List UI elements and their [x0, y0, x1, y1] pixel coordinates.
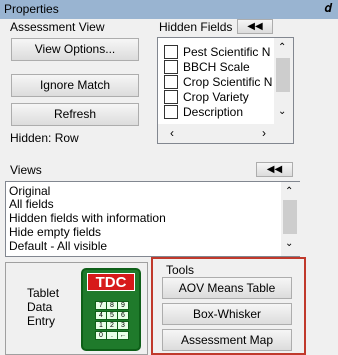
scroll-down-icon[interactable]: ⌄: [278, 106, 286, 117]
assessment-map-button[interactable]: Assessment Map: [162, 329, 292, 351]
tdc-device-icon[interactable]: TDC 7 8 9 4 5 6 1 2 3 0 . ←: [81, 268, 141, 351]
key: 6: [117, 311, 129, 320]
list-item-label: Description: [183, 105, 244, 119]
list-item-label: Crop Variety: [183, 90, 249, 104]
checkbox[interactable]: [164, 105, 178, 119]
list-item-label: BBCH Scale: [183, 60, 250, 74]
list-item[interactable]: Pest Scientific N: [164, 45, 270, 59]
hidden-fields-hscrollbar[interactable]: ‹ ›: [158, 124, 293, 143]
list-item[interactable]: Original: [9, 184, 50, 198]
refresh-button[interactable]: Refresh: [11, 103, 139, 126]
scroll-right-icon[interactable]: ›: [262, 126, 266, 140]
views-header: Views: [10, 163, 42, 177]
checkbox[interactable]: [164, 45, 178, 59]
checkbox[interactable]: [164, 60, 178, 74]
key: 3: [117, 321, 129, 330]
list-item[interactable]: Hidden fields with information: [9, 211, 166, 225]
properties-titlebar: Properties 𝒅: [0, 0, 338, 19]
hidden-fields-list[interactable]: Pest Scientific N BBCH Scale Crop Scient…: [157, 37, 294, 144]
scroll-thumb[interactable]: [283, 200, 297, 234]
views-list[interactable]: Original All fields Hidden fields with i…: [5, 181, 300, 257]
checkbox[interactable]: [164, 75, 178, 89]
list-item-label: Pest Scientific N: [183, 45, 271, 59]
key: ←: [117, 331, 129, 340]
scroll-up-icon[interactable]: ⌃: [278, 42, 286, 53]
scroll-up-icon[interactable]: ⌃: [285, 186, 293, 197]
list-item[interactable]: All fields: [9, 197, 54, 211]
box-whisker-button[interactable]: Box-Whisker: [162, 303, 292, 325]
aov-means-table-button[interactable]: AOV Means Table: [162, 277, 292, 299]
list-item-label: Crop Scientific N: [183, 75, 273, 89]
tools-header: Tools: [166, 263, 195, 277]
tablet-panel[interactable]: Tablet Data Entry TDC 7 8 9 4 5 6 1 2 3 …: [5, 262, 148, 355]
window-title: Properties: [4, 2, 59, 16]
assessment-view-header: Assessment View: [10, 20, 105, 34]
hidden-fields-vscrollbar[interactable]: ⌃ ⌄: [274, 38, 293, 124]
collapse-views-button[interactable]: ◀◀: [256, 162, 293, 177]
list-item[interactable]: Description: [164, 105, 243, 119]
pin-icon[interactable]: 𝒅: [325, 1, 332, 16]
list-item[interactable]: Default - All visible: [9, 239, 107, 253]
ignore-match-button[interactable]: Ignore Match: [11, 74, 139, 97]
collapse-hidden-fields-button[interactable]: ◀◀: [237, 19, 273, 34]
hidden-fields-header: Hidden Fields: [159, 20, 233, 34]
views-vscrollbar[interactable]: ⌃ ⌄: [281, 182, 300, 256]
scroll-thumb[interactable]: [276, 58, 290, 92]
scroll-left-icon[interactable]: ‹: [170, 126, 174, 140]
checkbox[interactable]: [164, 90, 178, 104]
key: 9: [117, 301, 129, 310]
hidden-status-label: Hidden: Row: [10, 131, 79, 145]
keypad-area: 7 8 9 4 5 6 1 2 3 0 . ←: [92, 299, 132, 345]
tablet-label-line: Data: [27, 300, 53, 314]
list-item[interactable]: Crop Variety: [164, 90, 249, 104]
list-item[interactable]: Crop Scientific N: [164, 75, 272, 89]
tablet-label-line: Tablet: [27, 286, 60, 300]
list-item[interactable]: BBCH Scale: [164, 60, 250, 74]
tablet-label-line: Entry: [27, 314, 56, 328]
list-item[interactable]: Hide empty fields: [9, 225, 101, 239]
tdc-logo: TDC: [87, 273, 135, 291]
scroll-down-icon[interactable]: ⌄: [285, 238, 293, 249]
view-options-button[interactable]: View Options...: [11, 38, 139, 61]
